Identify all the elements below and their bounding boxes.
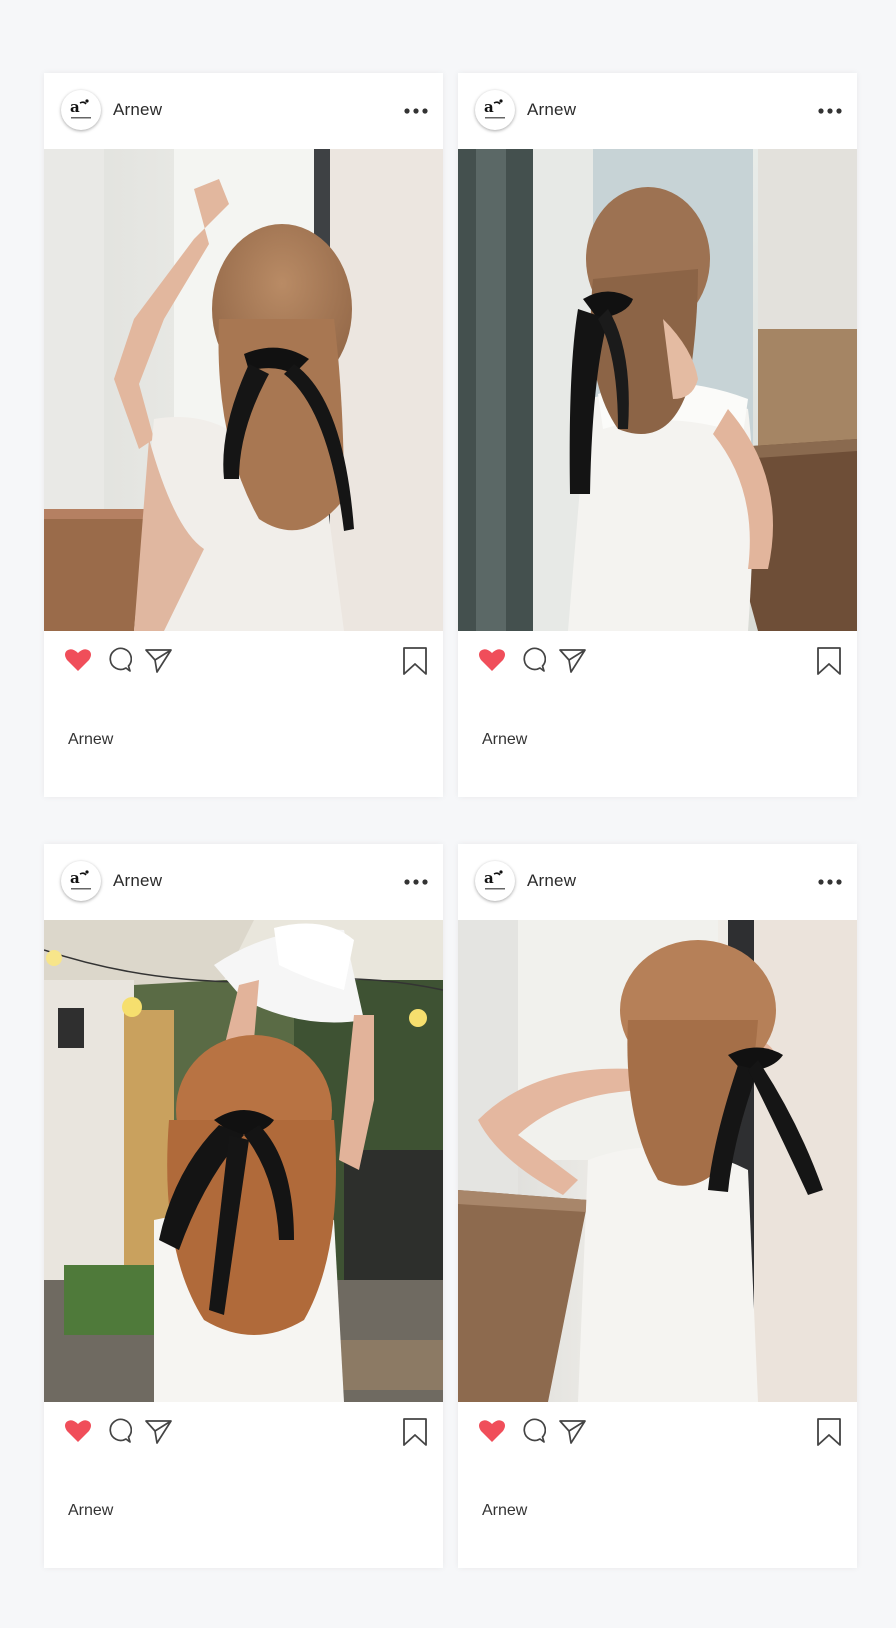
post-photo[interactable] bbox=[458, 149, 857, 631]
post-header: a Arnew bbox=[458, 844, 857, 920]
bookmark-icon[interactable] bbox=[816, 646, 842, 676]
post-header: a Arnew bbox=[44, 73, 443, 149]
comment-icon[interactable] bbox=[520, 647, 546, 673]
post-card: a Arnew Arnew bbox=[44, 844, 443, 1568]
share-icon[interactable] bbox=[144, 1417, 174, 1445]
post-card: a Arnew Arnew bbox=[458, 844, 857, 1568]
post-actions bbox=[44, 1402, 443, 1466]
avatar[interactable]: a bbox=[475, 861, 515, 901]
caption-username[interactable]: Arnew bbox=[68, 731, 113, 749]
post-username[interactable]: Arnew bbox=[527, 871, 576, 891]
share-icon[interactable] bbox=[558, 1417, 588, 1445]
bookmark-icon[interactable] bbox=[402, 1417, 428, 1447]
post-actions bbox=[458, 631, 857, 695]
svg-text:a: a bbox=[70, 98, 80, 116]
share-icon[interactable] bbox=[144, 646, 174, 674]
caption-username[interactable]: Arnew bbox=[482, 1502, 527, 1520]
post-photo[interactable] bbox=[44, 149, 443, 631]
svg-text:a: a bbox=[484, 98, 494, 116]
more-icon[interactable] bbox=[403, 874, 429, 890]
brand-logo-icon: a bbox=[484, 98, 505, 119]
more-icon[interactable] bbox=[817, 103, 843, 119]
post-actions bbox=[458, 1402, 857, 1466]
post-header: a Arnew bbox=[44, 844, 443, 920]
more-icon[interactable] bbox=[817, 874, 843, 890]
post-actions bbox=[44, 631, 443, 695]
brand-logo-icon: a bbox=[484, 869, 505, 890]
brand-logo-icon: a bbox=[70, 98, 91, 119]
bookmark-icon[interactable] bbox=[402, 646, 428, 676]
comment-icon[interactable] bbox=[106, 647, 132, 673]
more-icon[interactable] bbox=[403, 103, 429, 119]
post-username[interactable]: Arnew bbox=[527, 100, 576, 120]
post-username[interactable]: Arnew bbox=[113, 100, 162, 120]
heart-icon[interactable] bbox=[64, 647, 92, 673]
caption-username[interactable]: Arnew bbox=[482, 731, 527, 749]
post-card: a Arnew Arnew bbox=[44, 73, 443, 797]
comment-icon[interactable] bbox=[520, 1418, 546, 1444]
post-photo[interactable] bbox=[458, 920, 857, 1402]
avatar[interactable]: a bbox=[475, 90, 515, 130]
heart-icon[interactable] bbox=[478, 1418, 506, 1444]
post-card: a Arnew Arnew bbox=[458, 73, 857, 797]
svg-text:a: a bbox=[70, 869, 80, 887]
comment-icon[interactable] bbox=[106, 1418, 132, 1444]
bookmark-icon[interactable] bbox=[816, 1417, 842, 1447]
caption-username[interactable]: Arnew bbox=[68, 1502, 113, 1520]
svg-text:a: a bbox=[484, 869, 494, 887]
post-header: a Arnew bbox=[458, 73, 857, 149]
post-photo[interactable] bbox=[44, 920, 443, 1402]
heart-icon[interactable] bbox=[478, 647, 506, 673]
heart-icon[interactable] bbox=[64, 1418, 92, 1444]
share-icon[interactable] bbox=[558, 646, 588, 674]
avatar[interactable]: a bbox=[61, 861, 101, 901]
post-username[interactable]: Arnew bbox=[113, 871, 162, 891]
avatar[interactable]: a bbox=[61, 90, 101, 130]
brand-logo-icon: a bbox=[70, 869, 91, 890]
